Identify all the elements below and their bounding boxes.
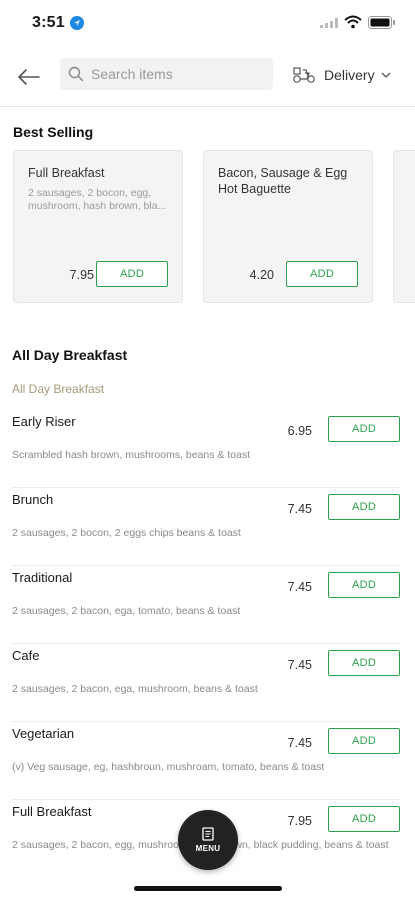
card-title: Bacon, Sausage & Egg Hot Baguette — [218, 166, 348, 196]
card-price: 4.20 — [249, 268, 274, 282]
item-description: Scrambled hash brown, mushrooms, beans &… — [12, 449, 251, 461]
status-time: 3:51 — [32, 14, 65, 31]
item-price: 7.95 — [287, 814, 312, 828]
status-bar: 3:51 — [0, 0, 415, 46]
item-price: 7.45 — [287, 502, 312, 516]
item-name: Traditional — [12, 570, 73, 585]
delivery-label: Delivery — [324, 67, 375, 83]
item-description: 2 sausages, 2 bacon, ega, tomato, beans … — [12, 605, 241, 617]
add-button[interactable]: ADD — [328, 650, 400, 676]
item-name: Early Riser — [12, 414, 76, 429]
item-description: 2 sausages, 2 bacon, ega, mushroom, bean… — [12, 683, 258, 695]
menu-item-row[interactable]: Early Riser 6.95 ADD Scrambled hash brow… — [0, 410, 415, 488]
menu-item-row[interactable]: Vegetarian 7.45 ADD (v) Veg sausage, eg,… — [0, 722, 415, 800]
card-price: 7.95 — [69, 268, 94, 282]
search-input[interactable] — [91, 58, 266, 90]
menu-item-row[interactable]: Traditional 7.45 ADD 2 sausages, 2 bacon… — [0, 566, 415, 644]
search-icon — [68, 66, 84, 82]
add-button[interactable]: ADD — [328, 572, 400, 598]
add-button[interactable]: ADD — [96, 261, 168, 287]
cellular-signal-icon — [320, 18, 338, 28]
home-indicator — [134, 886, 282, 891]
menu-item-row[interactable]: Cafe 7.45 ADD 2 sausages, 2 bacon, ega, … — [0, 644, 415, 722]
card-description: 2 sausages, 2 bocon, egg, mushroom, hash… — [28, 187, 167, 212]
item-price: 7.45 — [287, 580, 312, 594]
card-title: Full Breakfast — [28, 166, 105, 180]
add-button[interactable]: ADD — [328, 416, 400, 442]
item-name: Full Breakfast — [12, 804, 92, 819]
item-name: Brunch — [12, 492, 54, 507]
best-selling-title: Best Selling — [13, 124, 94, 140]
arrow-left-icon — [18, 69, 40, 85]
add-button[interactable]: ADD — [286, 261, 358, 287]
wifi-icon — [344, 15, 362, 29]
search-box[interactable] — [60, 58, 273, 90]
best-selling-card[interactable]: Bacon, Sausage & Egg Hot Baguette 4.20 A… — [203, 150, 373, 303]
category-subtitle: All Day Breakfast — [12, 382, 105, 396]
best-selling-card[interactable]: Full Breakfast 2 sausages, 2 bocon, egg,… — [13, 150, 183, 303]
item-description: 2 sausages, 2 bocon, 2 eggs chips beans … — [12, 527, 241, 539]
section-title: All Day Breakfast — [12, 347, 128, 363]
menu-book-icon — [202, 827, 214, 841]
chevron-down-icon — [381, 72, 391, 78]
item-name: Vegetarian — [12, 726, 75, 741]
best-selling-card-partial[interactable] — [393, 150, 415, 303]
item-name: Cafe — [12, 648, 40, 663]
battery-icon — [368, 16, 395, 29]
item-price: 7.45 — [287, 736, 312, 750]
item-price: 7.45 — [287, 658, 312, 672]
item-price: 6.95 — [287, 424, 312, 438]
menu-fab-label: MENU — [195, 844, 221, 853]
top-bar: Delivery — [0, 50, 415, 107]
delivery-scooter-icon — [293, 67, 315, 83]
item-description: (v) Veg sausage, eg, hashbroun, mushroam… — [12, 761, 325, 773]
location-arrow-icon — [70, 16, 84, 30]
delivery-selector[interactable]: Delivery — [292, 62, 391, 88]
add-button[interactable]: ADD — [328, 728, 400, 754]
menu-fab-button[interactable]: MENU — [178, 810, 238, 870]
back-button[interactable] — [14, 62, 44, 92]
add-button[interactable]: ADD — [328, 806, 400, 832]
add-button[interactable]: ADD — [328, 494, 400, 520]
menu-item-row[interactable]: Brunch 7.45 ADD 2 sausages, 2 bocon, 2 e… — [0, 488, 415, 566]
